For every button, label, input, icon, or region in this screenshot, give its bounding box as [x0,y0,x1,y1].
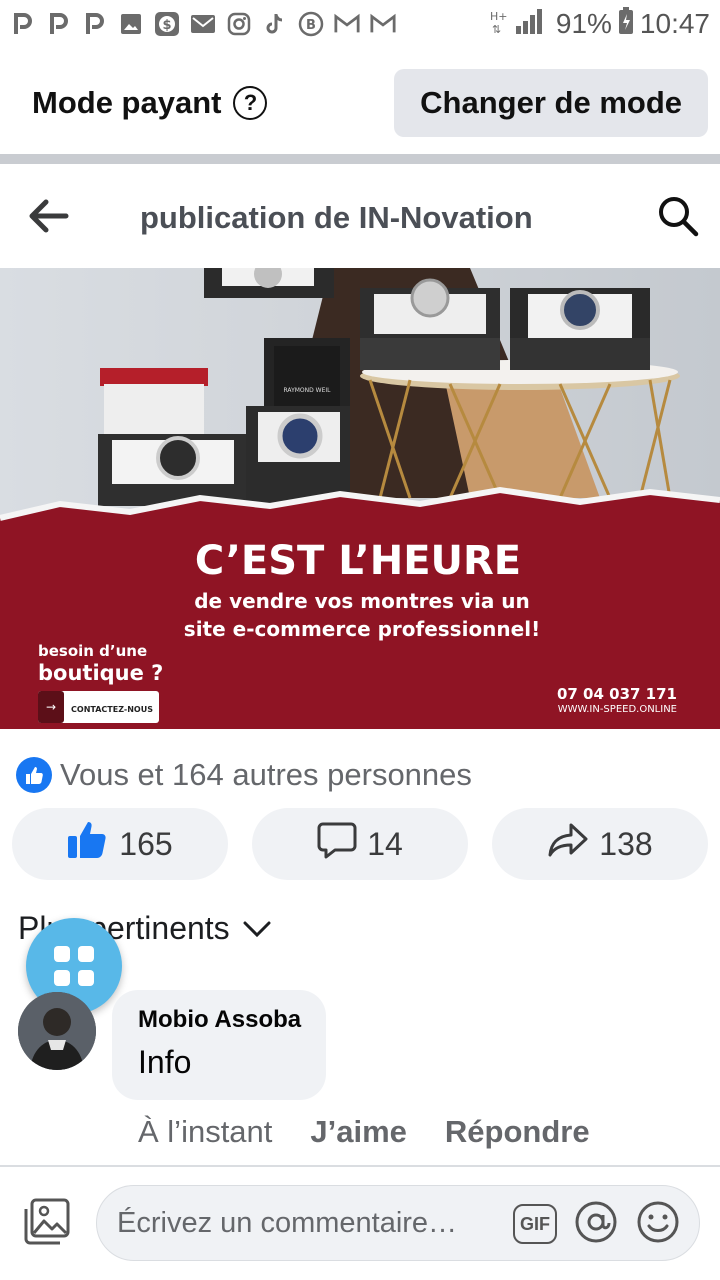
like-count: 165 [119,825,173,862]
gmail-icon [334,11,360,37]
banner-website: WWW.IN-SPEED.ONLINE [558,704,677,715]
comment-bubble-icon [317,821,357,867]
banner-subline-2: site e-commerce professionnel! [184,617,540,641]
image-icon [118,11,144,37]
instagram-icon [226,11,252,37]
status-bar: $ B H+ ⇅ 91% 10:47 [0,0,720,48]
post-actions: 165 14 138 [12,808,708,882]
grid-icon-cell [54,970,70,986]
banner-cta: CONTACTEZ-NOUS [71,705,153,714]
photo-gallery-icon[interactable] [22,1197,72,1252]
comment-input[interactable]: Écrivez un commentaire… GIF [96,1185,700,1261]
banner-aside-big: boutique ? [38,661,163,685]
post-header: publication de IN-Novation [0,172,720,264]
change-mode-button[interactable]: Changer de mode [394,69,708,137]
page-title: publication de IN-Novation [140,200,533,235]
comment-button[interactable]: 14 [252,808,468,880]
like-button[interactable]: 165 [12,808,228,880]
comment-bubble[interactable]: Mobio Assoba Info [112,990,326,1100]
p-icon [46,11,72,37]
help-icon[interactable]: ? [233,86,268,120]
section-divider [0,154,720,164]
banner-aside-small: besoin d’une [38,642,147,660]
svg-text:⇅: ⇅ [492,23,501,36]
watch-ad-illustration: RAYMOND WEIL C’EST L’HEURE de vendre vos… [0,268,720,729]
back-arrow-icon[interactable] [26,198,70,239]
svg-text:B: B [306,18,316,33]
search-icon[interactable] [656,194,700,243]
b-circle-icon: B [298,11,324,37]
battery-percent: 91% [555,8,612,39]
battery-icon [618,6,634,42]
gmail-icon [370,11,396,37]
like-badge-icon [16,757,52,793]
composer-tools: GIF [513,1186,681,1262]
chevron-down-icon [242,910,272,947]
comment-like-button[interactable]: J’aime [310,1114,407,1150]
banner-subline-1: de vendre vos montres via un [194,589,530,613]
grid-icon-cell [78,946,94,962]
comment-actions: À l’instant J’aime Répondre [138,1114,590,1150]
gif-icon[interactable]: GIF [513,1204,557,1244]
p-icon [10,11,36,37]
share-count: 138 [599,825,653,862]
watch-box-brand: RAYMOND WEIL [284,387,332,394]
comment-author[interactable]: Mobio Assoba [138,1006,326,1034]
clock: 10:47 [639,8,710,39]
arrow-right-icon: → [46,700,56,714]
mode-bar: Mode payant ? Changer de mode [0,62,720,144]
reaction-summary[interactable]: Vous et 164 autres personnes [16,752,472,798]
comment-time: À l’instant [138,1114,273,1149]
system-status: H+ ⇅ 91% 10:47 [490,6,710,43]
comment-count: 14 [367,825,403,862]
banner-phone: 07 04 037 171 [557,685,677,703]
dollar-box-icon: $ [154,11,180,37]
emoji-icon[interactable] [635,1199,681,1250]
banner-headline: C’EST L’HEURE [195,538,521,584]
post-image[interactable]: RAYMOND WEIL C’EST L’HEURE de vendre vos… [0,268,720,729]
grid-icon-cell [78,970,94,986]
comment-composer: Écrivez un commentaire… GIF [0,1167,720,1280]
comment-text: Info [138,1044,192,1080]
svg-text:H+: H+ [490,10,508,23]
grid-icon-cell [54,946,70,962]
mode-label: Mode payant ? [32,85,268,121]
tiktok-icon [262,11,288,37]
share-arrow-icon [547,822,589,866]
comment-reply-button[interactable]: Répondre [445,1114,590,1150]
thumbs-up-icon [67,820,109,868]
mention-icon[interactable] [573,1199,619,1250]
mail-icon [190,11,216,37]
p-icon [82,11,108,37]
share-button[interactable]: 138 [492,808,708,880]
reaction-text: Vous et 164 autres personnes [60,757,472,792]
avatar[interactable] [18,992,96,1070]
signal-icon: H+ ⇅ [490,6,550,43]
notification-icons: $ B [10,11,396,37]
svg-text:$: $ [162,18,171,33]
mode-title: Mode payant [32,85,222,120]
